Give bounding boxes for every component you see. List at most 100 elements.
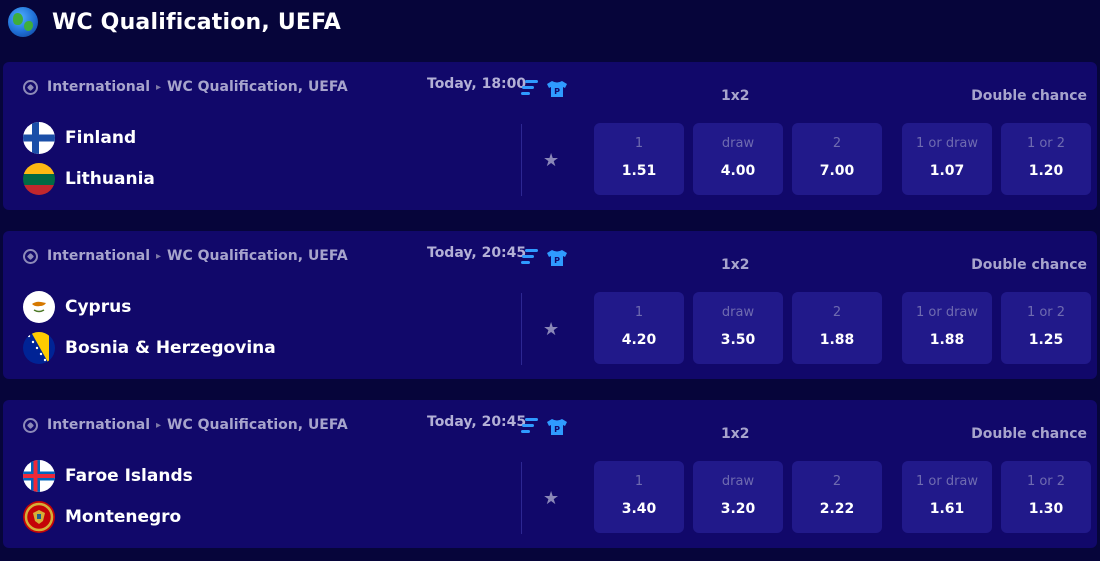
away-team-name: Montenegro bbox=[65, 507, 182, 527]
odds-label: 2 bbox=[832, 136, 842, 151]
odds-value: 1.20 bbox=[1028, 163, 1064, 179]
odds-value: 1.51 bbox=[621, 163, 657, 179]
home-team-name: Faroe Islands bbox=[65, 466, 193, 486]
odds-button-1-or-draw[interactable]: 1 or draw 1.88 bbox=[902, 292, 992, 364]
odds-button-draw[interactable]: draw 3.20 bbox=[693, 461, 783, 533]
odds-label: 1 or 2 bbox=[1026, 474, 1066, 489]
svg-text:P: P bbox=[554, 256, 560, 265]
away-team[interactable]: Bosnia & Herzegovina bbox=[23, 332, 276, 364]
odds-label: 1 bbox=[634, 305, 644, 320]
finland-flag-icon bbox=[23, 122, 55, 154]
odds-button-2[interactable]: 2 1.88 bbox=[792, 292, 882, 364]
divider bbox=[521, 462, 522, 534]
match-time: Today, 20:45 bbox=[427, 245, 527, 261]
odds-label: 1 bbox=[634, 474, 644, 489]
odds-label: 1 or 2 bbox=[1026, 136, 1066, 151]
lithuania-flag-icon bbox=[23, 163, 55, 195]
globe-icon bbox=[8, 7, 38, 37]
stats-icon[interactable] bbox=[521, 418, 539, 434]
market-1x2-label: 1x2 bbox=[721, 257, 750, 273]
football-icon bbox=[23, 417, 38, 433]
odds-label: 1 bbox=[634, 136, 644, 151]
page-title: WC Qualification, UEFA bbox=[52, 9, 342, 35]
odds-value: 3.50 bbox=[720, 332, 756, 348]
stats-icon[interactable] bbox=[521, 249, 539, 265]
away-team-name: Lithuania bbox=[65, 169, 155, 189]
breadcrumb-competition[interactable]: WC Qualification, UEFA bbox=[167, 79, 348, 95]
market-double-chance-label: Double chance bbox=[971, 257, 1087, 273]
match-card: International ▸ WC Qualification, UEFA T… bbox=[3, 400, 1097, 548]
odds-label: 1 or draw bbox=[915, 305, 979, 320]
divider bbox=[521, 293, 522, 365]
montenegro-flag-icon bbox=[23, 501, 55, 533]
breadcrumb-category[interactable]: International bbox=[47, 248, 150, 264]
match-card: International ▸ WC Qualification, UEFA T… bbox=[3, 62, 1097, 210]
odds-button-1-or-draw[interactable]: 1 or draw 1.07 bbox=[902, 123, 992, 195]
match-time: Today, 20:45 bbox=[427, 414, 527, 430]
chevron-right-icon: ▸ bbox=[156, 250, 162, 262]
market-1x2-label: 1x2 bbox=[721, 88, 750, 104]
odds-button-1-or-2[interactable]: 1 or 2 1.30 bbox=[1001, 461, 1091, 533]
odds-label: 1 or draw bbox=[915, 136, 979, 151]
divider bbox=[521, 124, 522, 196]
odds-value: 1.88 bbox=[819, 332, 855, 348]
away-team[interactable]: Montenegro bbox=[23, 501, 181, 533]
match-card: International ▸ WC Qualification, UEFA T… bbox=[3, 231, 1097, 379]
odds-button-1-or-2[interactable]: 1 or 2 1.20 bbox=[1001, 123, 1091, 195]
lineup-icon[interactable]: P bbox=[546, 80, 568, 98]
odds-value: 1.30 bbox=[1028, 501, 1064, 517]
odds-value: 1.07 bbox=[929, 163, 965, 179]
chevron-right-icon: ▸ bbox=[156, 419, 162, 431]
odds-label: 2 bbox=[832, 305, 842, 320]
home-team-name: Cyprus bbox=[65, 297, 132, 317]
odds-button-2[interactable]: 2 7.00 bbox=[792, 123, 882, 195]
market-double-chance-label: Double chance bbox=[971, 88, 1087, 104]
odds-button-1[interactable]: 1 3.40 bbox=[594, 461, 684, 533]
faroe-islands-flag-icon bbox=[23, 460, 55, 492]
away-team[interactable]: Lithuania bbox=[23, 163, 155, 195]
odds-label: 2 bbox=[832, 474, 842, 489]
odds-value: 1.61 bbox=[929, 501, 965, 517]
odds-value: 4.00 bbox=[720, 163, 756, 179]
star-icon[interactable]: ★ bbox=[543, 150, 559, 171]
odds-value: 1.25 bbox=[1028, 332, 1064, 348]
odds-value: 2.22 bbox=[819, 501, 855, 517]
breadcrumb-category[interactable]: International bbox=[47, 79, 150, 95]
odds-label: 1 or 2 bbox=[1026, 305, 1066, 320]
odds-value: 3.20 bbox=[720, 501, 756, 517]
breadcrumb-competition[interactable]: WC Qualification, UEFA bbox=[167, 248, 348, 264]
breadcrumb-competition[interactable]: WC Qualification, UEFA bbox=[167, 417, 348, 433]
lineup-icon[interactable]: P bbox=[546, 249, 568, 267]
odds-value: 7.00 bbox=[819, 163, 855, 179]
odds-button-1[interactable]: 1 4.20 bbox=[594, 292, 684, 364]
svg-text:P: P bbox=[554, 425, 560, 434]
market-double-chance-label: Double chance bbox=[971, 426, 1087, 442]
home-team[interactable]: Cyprus bbox=[23, 291, 131, 323]
svg-text:P: P bbox=[554, 87, 560, 96]
odds-button-draw[interactable]: draw 4.00 bbox=[693, 123, 783, 195]
football-icon bbox=[23, 79, 38, 95]
odds-label: draw bbox=[721, 474, 755, 489]
home-team[interactable]: Faroe Islands bbox=[23, 460, 193, 492]
football-icon bbox=[23, 248, 38, 264]
odds-button-2[interactable]: 2 2.22 bbox=[792, 461, 882, 533]
home-team[interactable]: Finland bbox=[23, 122, 136, 154]
star-icon[interactable]: ★ bbox=[543, 488, 559, 509]
home-team-name: Finland bbox=[65, 128, 137, 148]
odds-value: 4.20 bbox=[621, 332, 657, 348]
odds-label: 1 or draw bbox=[915, 474, 979, 489]
odds-value: 1.88 bbox=[929, 332, 965, 348]
match-time: Today, 18:00 bbox=[427, 76, 527, 92]
lineup-icon[interactable]: P bbox=[546, 418, 568, 436]
odds-label: draw bbox=[721, 305, 755, 320]
odds-button-1-or-2[interactable]: 1 or 2 1.25 bbox=[1001, 292, 1091, 364]
cyprus-flag-icon bbox=[23, 291, 55, 323]
odds-button-1[interactable]: 1 1.51 bbox=[594, 123, 684, 195]
odds-button-draw[interactable]: draw 3.50 bbox=[693, 292, 783, 364]
market-1x2-label: 1x2 bbox=[721, 426, 750, 442]
page-header: WC Qualification, UEFA bbox=[0, 0, 1100, 44]
breadcrumb-category[interactable]: International bbox=[47, 417, 150, 433]
stats-icon[interactable] bbox=[521, 80, 539, 96]
odds-button-1-or-draw[interactable]: 1 or draw 1.61 bbox=[902, 461, 992, 533]
star-icon[interactable]: ★ bbox=[543, 319, 559, 340]
